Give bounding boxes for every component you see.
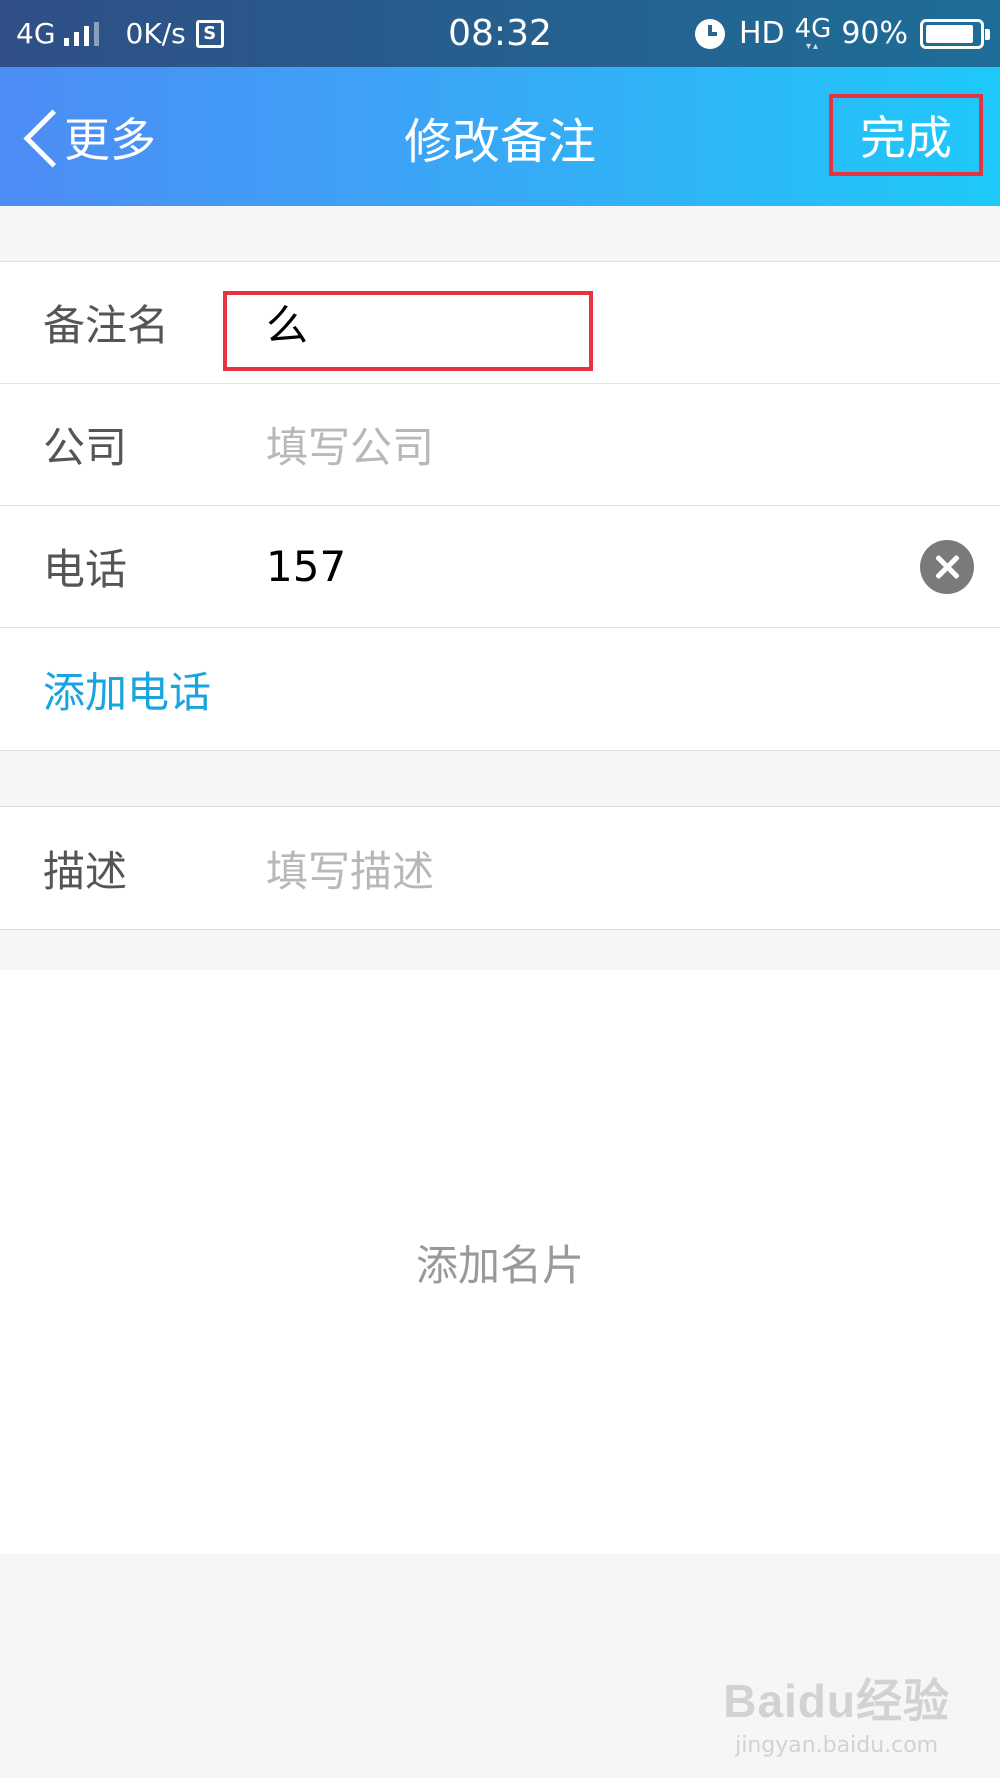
phone-input[interactable]: 157 xyxy=(266,542,346,591)
add-phone-link[interactable]: 添加电话 xyxy=(43,659,211,720)
done-button[interactable]: 完成 xyxy=(829,94,983,176)
contact-info-group: 备注名 么 公司 填写公司 电话 157 添加电话 xyxy=(0,261,1000,751)
phone-row: 电话 157 xyxy=(0,506,1000,628)
status-bar: 4G 0K/s S 08:32 HD 4G ▾▴ 90% xyxy=(0,0,1000,67)
phone-label: 电话 xyxy=(43,545,128,594)
description-label: 描述 xyxy=(43,846,128,896)
clear-icon[interactable] xyxy=(920,540,974,594)
battery-fill xyxy=(926,24,973,43)
remark-row: 备注名 么 xyxy=(0,262,1000,384)
network-4g-icon: 4G ▾▴ xyxy=(794,13,832,52)
chevron-left-icon xyxy=(22,107,62,167)
company-input[interactable]: 填写公司 xyxy=(266,414,434,475)
battery-icon xyxy=(920,18,990,49)
watermark-url: jingyan.baidu.com xyxy=(735,1733,939,1758)
status-right: HD 4G ▾▴ 90% xyxy=(694,0,990,67)
add-card-label: 添加名片 xyxy=(415,1240,584,1290)
watermark-logo: Baidu经验 xyxy=(723,1675,950,1727)
company-row: 公司 填写公司 xyxy=(0,384,1000,506)
add-phone-row[interactable]: 添加电话 xyxy=(0,628,1000,750)
company-label: 公司 xyxy=(43,423,128,472)
alarm-icon xyxy=(694,18,725,49)
hd-label: HD xyxy=(738,16,785,51)
add-card-area[interactable]: 添加名片 xyxy=(0,970,1000,1554)
back-button[interactable]: 更多 xyxy=(22,67,156,206)
watermark: Baidu经验 jingyan.baidu.com xyxy=(723,1665,950,1758)
description-input[interactable]: 填写描述 xyxy=(266,838,434,899)
highlight-box xyxy=(223,291,593,371)
redaction-mask xyxy=(345,544,555,592)
battery-percent: 90% xyxy=(841,16,908,51)
remark-label: 备注名 xyxy=(43,301,170,350)
description-group: 描述 填写描述 xyxy=(0,806,1000,930)
nav-bar: 更多 修改备注 完成 xyxy=(0,67,1000,206)
done-label: 完成 xyxy=(860,111,952,165)
description-row: 描述 填写描述 xyxy=(0,807,1000,929)
